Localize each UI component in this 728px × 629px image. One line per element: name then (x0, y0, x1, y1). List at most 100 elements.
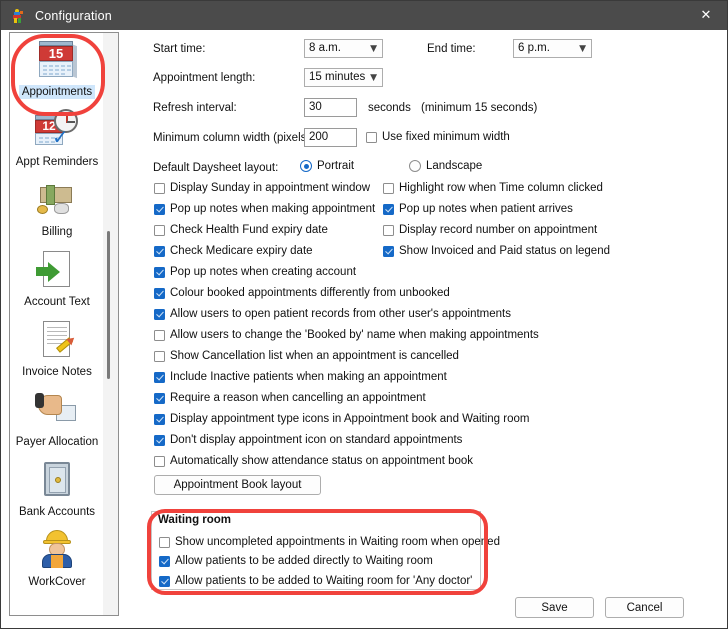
checkbox-box (383, 245, 394, 257)
end-time-value: 6 p.m. (518, 42, 550, 54)
checkbox-box (154, 203, 165, 215)
appointment-book-layout-button[interactable]: Appointment Book layout (154, 475, 321, 495)
checkbox-popup-making-appointment[interactable]: Pop up notes when making appointment (154, 203, 375, 215)
checkbox-display-record-number[interactable]: Display record number on appointment (383, 224, 597, 236)
refresh-interval-units: seconds (368, 102, 411, 114)
checkbox-label: Check Health Fund expiry date (170, 224, 328, 236)
radio-portrait[interactable]: Portrait (300, 160, 354, 172)
checkbox-box (154, 350, 165, 362)
sidebar-item-billing[interactable]: Billing (14, 179, 100, 239)
end-time-select[interactable]: 6 p.m. ▼ (513, 39, 592, 58)
checkbox-add-any-doctor[interactable]: Allow patients to be added to Waiting ro… (159, 575, 472, 587)
radio-label: Portrait (317, 160, 355, 172)
close-icon[interactable]: ✕ (683, 1, 727, 30)
sidebar-item-invoice-notes[interactable]: Invoice Notes (14, 319, 100, 379)
checkbox-box (159, 555, 170, 567)
sidebar-item-bank-accounts[interactable]: Bank Accounts (14, 459, 100, 519)
appointment-length-select[interactable]: 15 minutes ▼ (304, 68, 383, 87)
checkbox-popup-creating-account[interactable]: Pop up notes when creating account (154, 266, 356, 278)
checkbox-show-cancellation-list[interactable]: Show Cancellation list when an appointme… (154, 350, 459, 362)
checkbox-display-sunday[interactable]: Display Sunday in appointment window (154, 182, 370, 194)
refresh-interval-input[interactable]: 30 (304, 98, 357, 117)
checkbox-box (383, 182, 394, 194)
checkbox-require-cancel-reason[interactable]: Require a reason when cancelling an appo… (154, 392, 426, 404)
configuration-window: Configuration ✕ 15 Appointments 12 ✓ App… (0, 0, 728, 629)
checkbox-box (154, 182, 165, 194)
sidebar-item-payer-allocation[interactable]: Payer Allocation (14, 389, 100, 449)
checkbox-label: Display Sunday in appointment window (170, 182, 371, 194)
hand-payment-icon (34, 389, 80, 433)
sidebar: 15 Appointments 12 ✓ Appt Reminders Bill… (9, 32, 119, 616)
chevron-down-icon: ▼ (370, 44, 377, 54)
checkbox-box (159, 575, 170, 587)
sidebar-items: 15 Appointments 12 ✓ Appt Reminders Bill… (10, 33, 104, 615)
checkbox-label: Automatically show attendance status on … (170, 455, 474, 467)
checkbox-invoiced-paid-legend[interactable]: Show Invoiced and Paid status on legend (383, 245, 610, 257)
appointment-length-label: Appointment length: (153, 72, 256, 84)
sidebar-item-label: WorkCover (28, 576, 86, 588)
radio-label: Landscape (426, 160, 483, 172)
checkbox-box (154, 329, 165, 341)
checkbox-label: Allow patients to be added directly to W… (175, 555, 433, 567)
radio-dot (300, 160, 312, 172)
checkbox-auto-attendance-status[interactable]: Automatically show attendance status on … (154, 455, 473, 467)
checkbox-box (154, 266, 165, 278)
parrot-icon (10, 8, 26, 24)
checkbox-box (159, 536, 170, 548)
checkbox-medicare-expiry[interactable]: Check Medicare expiry date (154, 245, 313, 257)
checkbox-hide-standard-icon[interactable]: Don't display appointment icon on standa… (154, 434, 462, 446)
sidebar-item-label: Payer Allocation (15, 436, 99, 448)
refresh-interval-hint: (minimum 15 seconds) (421, 102, 538, 114)
checkbox-colour-booked[interactable]: Colour booked appointments differently f… (154, 287, 450, 299)
sidebar-item-account-text[interactable]: Account Text (14, 249, 100, 309)
sidebar-item-label: Billing (41, 226, 73, 238)
save-button[interactable]: Save (515, 597, 594, 618)
sidebar-item-label: Account Text (24, 296, 90, 308)
checkbox-label: Don't display appointment icon on standa… (170, 434, 463, 446)
checkbox-open-other-user-records[interactable]: Allow users to open patient records from… (154, 308, 511, 320)
checkbox-change-booked-by[interactable]: Allow users to change the 'Booked by' na… (154, 329, 539, 341)
chevron-down-icon: ▼ (579, 44, 586, 54)
checkbox-label: Show Invoiced and Paid status on legend (399, 245, 610, 257)
use-fixed-minimum-width-checkbox[interactable]: Use fixed minimum width (366, 131, 510, 143)
checkbox-box (154, 287, 165, 299)
checkbox-box (154, 455, 165, 467)
sidebar-item-workcover[interactable]: WorkCover (14, 529, 100, 589)
minimum-column-width-input[interactable]: 200 (304, 128, 357, 147)
checkbox-label: Show uncompleted appointments in Waiting… (175, 536, 500, 548)
checkbox-highlight-row[interactable]: Highlight row when Time column clicked (383, 182, 603, 194)
start-time-label: Start time: (153, 43, 206, 55)
client-area: 15 Appointments 12 ✓ Appt Reminders Bill… (1, 30, 727, 628)
checkbox-box (154, 413, 165, 425)
checkbox-display-type-icons[interactable]: Display appointment type icons in Appoin… (154, 413, 529, 425)
checkbox-label: Check Medicare expiry date (170, 245, 313, 257)
radio-landscape[interactable]: Landscape (409, 160, 482, 172)
checkbox-popup-patient-arrives[interactable]: Pop up notes when patient arrives (383, 203, 573, 215)
start-time-select[interactable]: 8 a.m. ▼ (304, 39, 383, 58)
sidebar-item-label: Bank Accounts (18, 506, 96, 518)
sidebar-item-appointments[interactable]: 15 Appointments (14, 39, 100, 99)
checkbox-box (154, 371, 165, 383)
sidebar-item-label: Appointments (18, 85, 96, 99)
checkbox-label: Pop up notes when creating account (170, 266, 357, 278)
waiting-room-title: Waiting room (158, 514, 232, 526)
radio-dot (409, 160, 421, 172)
checkbox-box (154, 434, 165, 446)
checkbox-add-directly-waiting-room[interactable]: Allow patients to be added directly to W… (159, 555, 433, 567)
checkbox-box (366, 131, 377, 143)
checkbox-health-fund-expiry[interactable]: Check Health Fund expiry date (154, 224, 328, 236)
sidebar-item-appt-reminders[interactable]: 12 ✓ Appt Reminders (14, 109, 100, 169)
checkbox-show-uncompleted-appointments[interactable]: Show uncompleted appointments in Waiting… (159, 536, 500, 548)
sidebar-scroll-track[interactable] (103, 33, 118, 615)
calendar-icon: 15 (34, 39, 80, 83)
checkbox-box (154, 308, 165, 320)
sidebar-scrollbar-thumb[interactable] (107, 231, 110, 379)
worker-icon (34, 529, 80, 573)
checkbox-label: Allow users to change the 'Booked by' na… (170, 329, 539, 341)
checkbox-include-inactive-patients[interactable]: Include Inactive patients when making an… (154, 371, 447, 383)
cancel-button[interactable]: Cancel (605, 597, 684, 618)
chevron-down-icon: ▼ (370, 73, 377, 83)
end-time-label: End time: (427, 43, 476, 55)
checkbox-box (154, 245, 165, 257)
checkbox-box (383, 203, 394, 215)
